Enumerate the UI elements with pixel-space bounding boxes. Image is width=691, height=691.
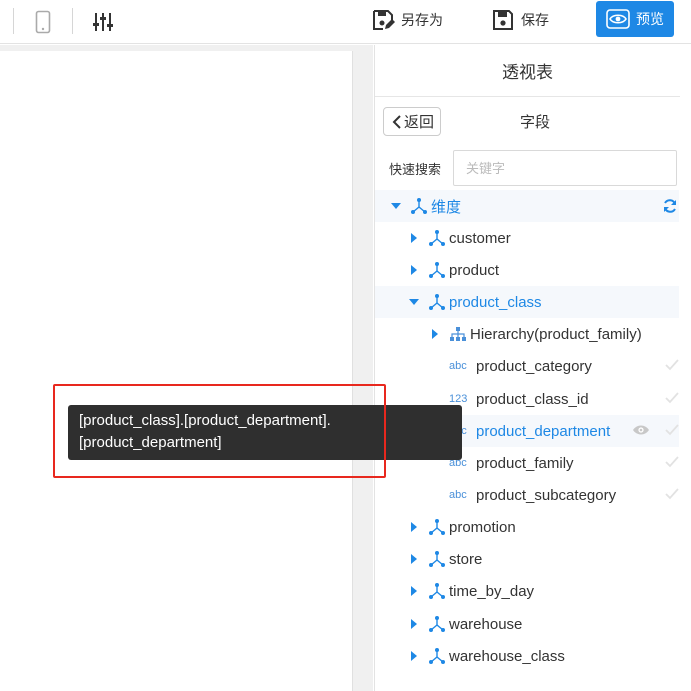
caret-right-icon[interactable] — [409, 522, 419, 532]
tree-root-dimensions[interactable]: 维度 — [375, 190, 680, 222]
tree-dimension-warehouse-class[interactable]: warehouse_class — [375, 640, 680, 672]
caret-right-icon[interactable] — [409, 619, 419, 629]
dimension-icon — [409, 196, 429, 216]
dimension-label: store — [449, 550, 483, 568]
dimension-icon — [427, 581, 447, 601]
eye-icon[interactable] — [632, 423, 650, 441]
canvas-page[interactable] — [0, 51, 353, 691]
dimension-icon — [427, 646, 447, 666]
caret-down-icon[interactable] — [409, 297, 419, 307]
caret-right-icon[interactable] — [409, 554, 419, 564]
dimension-label: time_by_day — [449, 582, 535, 600]
preview-label: 预览 — [636, 11, 664, 27]
panel-scrollbar[interactable] — [679, 97, 691, 691]
mobile-device-icon[interactable] — [33, 9, 53, 35]
fields-title: 字段 — [519, 114, 550, 131]
field-label: product_family — [476, 454, 574, 472]
hierarchy-icon — [448, 324, 468, 344]
save-as-icon — [373, 10, 395, 30]
field-label: product_category — [476, 357, 592, 375]
dimension-icon — [427, 260, 447, 280]
caret-right-icon[interactable] — [430, 329, 440, 339]
type-tag: abc — [449, 489, 467, 501]
preview-button[interactable]: 预览 — [596, 1, 674, 37]
tree-field-product-category[interactable]: abc product_category — [375, 350, 680, 382]
caret-right-icon[interactable] — [409, 586, 419, 596]
dimension-label: product — [449, 261, 500, 279]
dimension-icon — [427, 549, 447, 569]
caret-right-icon[interactable] — [409, 233, 419, 243]
app-root: 另存为 保存 预览 透视表 返回 字段 快速搜索 维度 — [0, 0, 691, 691]
dimension-label: promotion — [449, 518, 516, 536]
checkmark-icon[interactable] — [664, 487, 680, 505]
panel-title: 透视表 — [375, 45, 680, 97]
dimension-icon — [427, 517, 447, 537]
search-input[interactable] — [453, 150, 677, 186]
top-toolbar: 另存为 保存 预览 — [0, 0, 691, 44]
tree-dimension-product-class[interactable]: product_class — [375, 286, 680, 318]
tree-dimension-store[interactable]: store — [375, 543, 680, 575]
toolbar-divider — [13, 8, 14, 34]
settings-sliders-icon[interactable] — [91, 10, 115, 34]
checkmark-icon[interactable] — [664, 455, 680, 473]
save-button[interactable]: 保存 — [491, 5, 549, 35]
refresh-icon[interactable] — [662, 198, 678, 218]
tree-dimension-promotion[interactable]: promotion — [375, 511, 680, 543]
dimension-icon — [427, 292, 447, 312]
save-as-label: 另存为 — [401, 12, 443, 28]
tree-dimension-warehouse[interactable]: warehouse — [375, 608, 680, 640]
dimension-label: product_class — [449, 293, 542, 311]
field-label: product_department — [476, 422, 611, 440]
tree-field-product-subcategory[interactable]: abc product_subcategory — [375, 479, 680, 511]
checkmark-icon[interactable] — [664, 358, 680, 376]
toolbar-divider — [72, 8, 73, 34]
checkmark-icon[interactable] — [664, 423, 680, 441]
type-tag: 123 — [449, 393, 468, 405]
hierarchy-label: Hierarchy(product_family) — [470, 325, 642, 343]
type-tag: abc — [449, 360, 467, 372]
dimension-label: warehouse — [449, 615, 523, 633]
eye-icon — [606, 9, 630, 29]
save-as-button[interactable]: 另存为 — [371, 5, 443, 35]
tree-dimension-product[interactable]: product — [375, 254, 680, 286]
dimension-icon — [427, 228, 447, 248]
save-label: 保存 — [521, 12, 549, 28]
caret-down-icon[interactable] — [391, 201, 401, 211]
search-label: 快速搜索 — [389, 162, 442, 177]
highlight-box — [53, 384, 386, 478]
dimension-label: warehouse_class — [449, 647, 565, 665]
back-label: 返回 — [403, 114, 434, 131]
tree-root-label: 维度 — [431, 198, 462, 216]
tree-dimension-customer[interactable]: customer — [375, 222, 680, 254]
chevron-left-icon — [392, 114, 401, 129]
back-button[interactable]: 返回 — [383, 107, 441, 136]
dimension-label: customer — [449, 229, 511, 247]
field-label: product_class_id — [476, 390, 589, 408]
tree-dimension-time-by-day[interactable]: time_by_day — [375, 575, 680, 607]
caret-right-icon[interactable] — [409, 651, 419, 661]
pivot-panel: 透视表 返回 字段 快速搜索 维度 customer — [374, 45, 691, 691]
checkmark-icon[interactable] — [664, 391, 680, 409]
caret-right-icon[interactable] — [409, 265, 419, 275]
tree-hierarchy[interactable]: Hierarchy(product_family) — [375, 318, 680, 350]
canvas-area — [0, 45, 373, 691]
save-icon — [493, 10, 513, 30]
field-label: product_subcategory — [476, 486, 617, 504]
dimension-icon — [427, 614, 447, 634]
